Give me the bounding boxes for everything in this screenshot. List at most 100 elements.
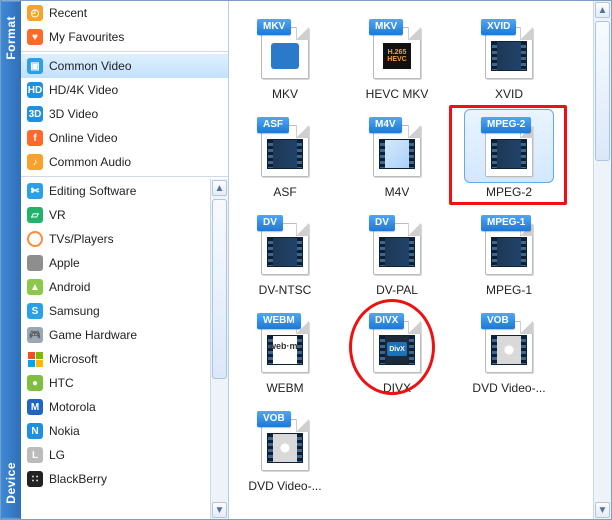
sidebar-item-label: Online Video bbox=[49, 131, 118, 145]
format-item-asf[interactable]: ASFASF bbox=[231, 109, 339, 199]
sidebar-item-editing-software[interactable]: ✄ Editing Software bbox=[21, 179, 210, 203]
side-tab-device[interactable]: Device bbox=[2, 448, 20, 519]
format-item-hevc-mkv[interactable]: H.265HEVCMKVHEVC MKV bbox=[343, 11, 451, 101]
vr-icon: ▱ bbox=[27, 207, 43, 223]
codec-tag: DV bbox=[257, 215, 283, 231]
clock-icon: ◴ bbox=[27, 5, 43, 21]
sidebar-item-microsoft[interactable]: Microsoft bbox=[21, 347, 210, 371]
codec-tag: MKV bbox=[369, 19, 403, 35]
scroll-down-icon[interactable]: ▼ bbox=[595, 502, 610, 518]
format-item-label: DIVX bbox=[383, 381, 411, 395]
format-item-label: MPEG-1 bbox=[486, 283, 532, 297]
sidebar-item-label: Nokia bbox=[49, 424, 80, 438]
codec-tag: DIVX bbox=[369, 313, 404, 329]
sidebar-item-label: Android bbox=[49, 280, 90, 294]
sidebar-item-label: Common Video bbox=[49, 59, 132, 73]
thumb: web·mWEBM bbox=[240, 305, 330, 379]
sidebar-item-online-video[interactable]: f Online Video bbox=[21, 126, 228, 150]
sidebar-item-common-audio[interactable]: ♪ Common Audio bbox=[21, 150, 228, 174]
sidebar-item-samsung[interactable]: S Samsung bbox=[21, 299, 210, 323]
sidebar-item-label: Editing Software bbox=[49, 184, 136, 198]
thumb: ASF bbox=[240, 109, 330, 183]
format-item-label: MPEG-2 bbox=[486, 185, 532, 199]
sidebar-format-group: ▣ Common Video HD HD/4K Video 3D 3D Vide… bbox=[21, 54, 228, 174]
thumb: DV bbox=[240, 207, 330, 281]
codec-tag: M4V bbox=[369, 117, 402, 133]
sidebar-item-android[interactable]: ▲ Android bbox=[21, 275, 210, 299]
thumb: H.265HEVCMKV bbox=[352, 11, 442, 85]
sidebar-item-label: VR bbox=[49, 208, 66, 222]
format-item-webm[interactable]: web·mWEBM WEBM bbox=[231, 305, 339, 395]
format-item-mkv[interactable]: MKV MKV bbox=[231, 11, 339, 101]
format-item-dv-ntsc[interactable]: DVDV-NTSC bbox=[231, 207, 339, 297]
sidebar-item-3d[interactable]: 3D 3D Video bbox=[21, 102, 228, 126]
format-item-dv-pal[interactable]: DVDV-PAL bbox=[343, 207, 451, 297]
format-item-label: DVD Video-... bbox=[248, 479, 321, 493]
music-icon: ♪ bbox=[27, 154, 43, 170]
side-tab-format[interactable]: Format bbox=[2, 1, 20, 74]
side-tabs: Format Device bbox=[1, 1, 21, 519]
heart-icon: ♥ bbox=[27, 29, 43, 45]
sidebar-item-hd-4k[interactable]: HD HD/4K Video bbox=[21, 78, 228, 102]
sidebar-item-label: Game Hardware bbox=[49, 328, 137, 342]
scroll-down-icon[interactable]: ▼ bbox=[212, 502, 227, 518]
sidebar-wrap: Format Device ◴ Recent ♥ My Favourites ▣… bbox=[1, 1, 229, 519]
format-item-dvd-video-[interactable]: VOBDVD Video-... bbox=[455, 305, 563, 395]
codec-tag: DV bbox=[369, 215, 395, 231]
sidebar-top: ◴ Recent ♥ My Favourites bbox=[21, 1, 228, 49]
sidebar-item-motorola[interactable]: M Motorola bbox=[21, 395, 210, 419]
format-item-label: MKV bbox=[272, 87, 298, 101]
format-item-mpeg-1[interactable]: MPEG-1 MPEG-1 bbox=[455, 207, 563, 297]
format-item-dvd-video-[interactable]: VOB DVD Video-... bbox=[231, 403, 339, 493]
scroll-thumb[interactable] bbox=[595, 21, 610, 161]
codec-tag: XVID bbox=[481, 19, 516, 35]
film-icon: ▣ bbox=[27, 58, 43, 74]
separator bbox=[21, 51, 228, 52]
format-item-label: WEBM bbox=[266, 381, 303, 395]
separator bbox=[21, 176, 228, 177]
format-item-xvid[interactable]: XVID XVID bbox=[455, 11, 563, 101]
sidebar-item-apple[interactable]: Apple bbox=[21, 251, 210, 275]
codec-tag: VOB bbox=[257, 411, 291, 427]
sidebar-item-label: Recent bbox=[49, 6, 87, 20]
thumb: XVID bbox=[464, 11, 554, 85]
sidebar-item-favourites[interactable]: ♥ My Favourites bbox=[21, 25, 228, 49]
format-item-divx[interactable]: DivXDIVXDIVX bbox=[343, 305, 451, 395]
sidebar-item-tvs-players[interactable]: TVs/Players bbox=[21, 227, 210, 251]
scroll-up-icon[interactable]: ▲ bbox=[212, 180, 227, 196]
format-item-m4v[interactable]: M4V M4V bbox=[343, 109, 451, 199]
htc-icon: ● bbox=[27, 375, 43, 391]
scroll-thumb[interactable] bbox=[212, 199, 227, 379]
sidebar-item-htc[interactable]: ● HTC bbox=[21, 371, 210, 395]
sidebar-item-blackberry[interactable]: ∷ BlackBerry bbox=[21, 467, 210, 491]
sidebar-item-recent[interactable]: ◴ Recent bbox=[21, 1, 228, 25]
sidebar-item-common-video[interactable]: ▣ Common Video bbox=[21, 54, 228, 78]
hd-icon: HD bbox=[27, 82, 43, 98]
format-panel: MKVMKVH.265HEVCMKVHEVC MKVXVIDXVIDASFASF… bbox=[229, 1, 611, 519]
blackberry-icon: ∷ bbox=[27, 471, 43, 487]
gamepad-icon: 🎮 bbox=[27, 327, 43, 343]
sidebar-device-group: ✄ Editing Software ▱ VR TVs/Players Appl… bbox=[21, 179, 210, 519]
format-item-label: XVID bbox=[495, 87, 523, 101]
sidebar-item-vr[interactable]: ▱ VR bbox=[21, 203, 210, 227]
nokia-icon: N bbox=[27, 423, 43, 439]
codec-tag: MKV bbox=[257, 19, 291, 35]
sidebar: ◴ Recent ♥ My Favourites ▣ Common Video … bbox=[21, 1, 228, 519]
codec-tag: MPEG-2 bbox=[481, 117, 531, 133]
sidebar-item-game-hardware[interactable]: 🎮 Game Hardware bbox=[21, 323, 210, 347]
sidebar-item-label: HTC bbox=[49, 376, 74, 390]
codec-tag: VOB bbox=[481, 313, 515, 329]
sidebar-item-lg[interactable]: L LG bbox=[21, 443, 210, 467]
sidebar-item-label: Apple bbox=[49, 256, 80, 270]
sidebar-item-nokia[interactable]: N Nokia bbox=[21, 419, 210, 443]
sidebar-scrollbar[interactable]: ▲ ▼ bbox=[210, 179, 228, 519]
format-item-label: M4V bbox=[385, 185, 410, 199]
thumb: MPEG-1 bbox=[464, 207, 554, 281]
panel-scrollbar[interactable]: ▲ ▼ bbox=[593, 1, 611, 519]
scroll-up-icon[interactable]: ▲ bbox=[595, 2, 610, 18]
android-icon: ▲ bbox=[27, 279, 43, 295]
format-item-mpeg-2[interactable]: MPEG-2 MPEG-2 bbox=[455, 109, 563, 199]
thumb: M4V bbox=[352, 109, 442, 183]
globe-icon: f bbox=[27, 130, 43, 146]
scissors-icon: ✄ bbox=[27, 183, 43, 199]
